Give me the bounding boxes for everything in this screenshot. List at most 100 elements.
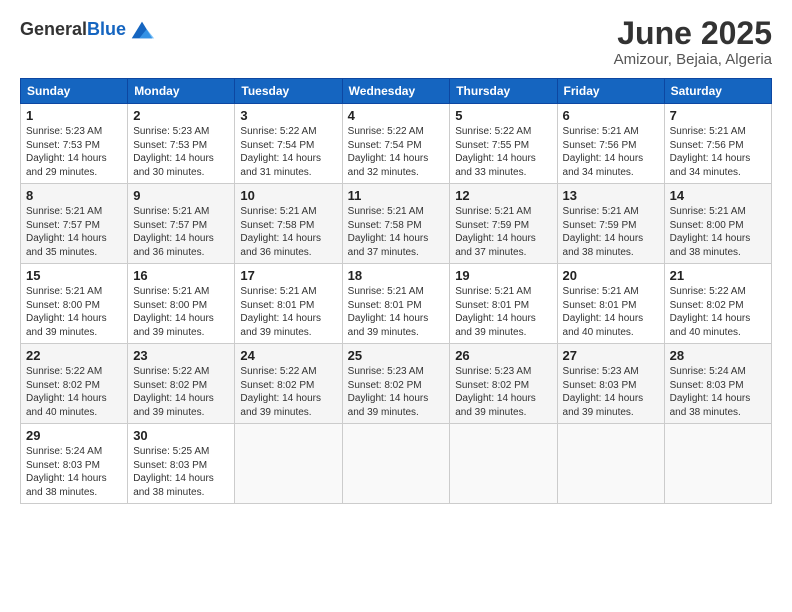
calendar-cell: 14Sunrise: 5:21 AM Sunset: 8:00 PM Dayli… <box>664 184 771 264</box>
day-info: Sunrise: 5:21 AM Sunset: 8:01 PM Dayligh… <box>240 285 336 339</box>
day-number: 10 <box>240 188 336 203</box>
day-info: Sunrise: 5:21 AM Sunset: 7:59 PM Dayligh… <box>563 205 659 259</box>
day-info: Sunrise: 5:21 AM Sunset: 8:00 PM Dayligh… <box>670 205 766 259</box>
logo-general-text: General <box>20 19 87 39</box>
logo-blue-text: Blue <box>87 19 126 39</box>
day-number: 3 <box>240 108 336 123</box>
day-number: 7 <box>670 108 766 123</box>
calendar-cell <box>235 424 342 504</box>
calendar-cell <box>557 424 664 504</box>
day-info: Sunrise: 5:25 AM Sunset: 8:03 PM Dayligh… <box>133 445 229 499</box>
day-number: 24 <box>240 348 336 363</box>
page: GeneralBlue June 2025 Amizour, Bejaia, A… <box>0 0 792 612</box>
day-number: 18 <box>348 268 445 283</box>
calendar-title: June 2025 <box>614 16 772 51</box>
calendar-cell: 11 Sunrise: 5:21 AM Sunset: 7:58 PM Dayli… <box>342 184 450 264</box>
calendar-cell: 26Sunrise: 5:23 AM Sunset: 8:02 PM Dayli… <box>450 344 557 424</box>
weekday-header-saturday: Saturday <box>664 79 771 104</box>
calendar-cell: 21Sunrise: 5:22 AM Sunset: 8:02 PM Dayli… <box>664 264 771 344</box>
calendar-cell: 20 Sunrise: 5:21 AM Sunset: 8:01 PM Dayli… <box>557 264 664 344</box>
day-info: Sunrise: 5:21 AM Sunset: 7:58 PM Dayligh… <box>240 205 336 259</box>
calendar-table: SundayMondayTuesdayWednesdayThursdayFrid… <box>20 78 772 504</box>
calendar-cell: 16 Sunrise: 5:21 AM Sunset: 8:00 PM Dayli… <box>128 264 235 344</box>
day-info: Sunrise: 5:22 AM Sunset: 7:55 PM Dayligh… <box>455 125 551 179</box>
calendar-cell: 19 Sunrise: 5:21 AM Sunset: 8:01 PM Dayli… <box>450 264 557 344</box>
calendar-week-row: 22 Sunrise: 5:22 AM Sunset: 8:02 PM Dayli… <box>21 344 772 424</box>
day-info: Sunrise: 5:21 AM Sunset: 7:56 PM Dayligh… <box>670 125 766 179</box>
day-number: 13 <box>563 188 659 203</box>
day-number: 28 <box>670 348 766 363</box>
calendar-subtitle: Amizour, Bejaia, Algeria <box>614 51 772 68</box>
calendar-cell <box>450 424 557 504</box>
day-info: Sunrise: 5:23 AM Sunset: 7:53 PM Dayligh… <box>26 125 122 179</box>
logo-icon <box>128 16 156 44</box>
day-number: 22 <box>26 348 122 363</box>
day-info: Sunrise: 5:22 AM Sunset: 8:02 PM Dayligh… <box>670 285 766 339</box>
calendar-cell: 8Sunrise: 5:21 AM Sunset: 7:57 PM Daylig… <box>21 184 128 264</box>
day-info: Sunrise: 5:21 AM Sunset: 7:57 PM Dayligh… <box>133 205 229 259</box>
day-number: 25 <box>348 348 445 363</box>
calendar-cell: 24 Sunrise: 5:22 AM Sunset: 8:02 PM Dayli… <box>235 344 342 424</box>
header: GeneralBlue June 2025 Amizour, Bejaia, A… <box>20 16 772 68</box>
day-number: 23 <box>133 348 229 363</box>
day-info: Sunrise: 5:21 AM Sunset: 7:56 PM Dayligh… <box>563 125 659 179</box>
calendar-cell: 23 Sunrise: 5:22 AM Sunset: 8:02 PM Dayli… <box>128 344 235 424</box>
day-number: 5 <box>455 108 551 123</box>
day-info: Sunrise: 5:22 AM Sunset: 8:02 PM Dayligh… <box>240 365 336 419</box>
day-number: 9 <box>133 188 229 203</box>
day-info: Sunrise: 5:23 AM Sunset: 7:53 PM Dayligh… <box>133 125 229 179</box>
calendar-week-row: 15Sunrise: 5:21 AM Sunset: 8:00 PM Dayli… <box>21 264 772 344</box>
day-number: 17 <box>240 268 336 283</box>
day-info: Sunrise: 5:22 AM Sunset: 7:54 PM Dayligh… <box>240 125 336 179</box>
day-number: 11 <box>348 188 445 203</box>
day-info: Sunrise: 5:23 AM Sunset: 8:02 PM Dayligh… <box>348 365 445 419</box>
day-number: 30 <box>133 428 229 443</box>
weekday-header-row: SundayMondayTuesdayWednesdayThursdayFrid… <box>21 79 772 104</box>
day-info: Sunrise: 5:21 AM Sunset: 8:01 PM Dayligh… <box>348 285 445 339</box>
calendar-cell: 30 Sunrise: 5:25 AM Sunset: 8:03 PM Dayli… <box>128 424 235 504</box>
calendar-cell: 28Sunrise: 5:24 AM Sunset: 8:03 PM Dayli… <box>664 344 771 424</box>
calendar-week-row: 1 Sunrise: 5:23 AM Sunset: 7:53 PM Daylig… <box>21 104 772 184</box>
logo: GeneralBlue <box>20 16 156 44</box>
day-info: Sunrise: 5:21 AM Sunset: 7:59 PM Dayligh… <box>455 205 551 259</box>
day-number: 26 <box>455 348 551 363</box>
weekday-header-friday: Friday <box>557 79 664 104</box>
weekday-header-tuesday: Tuesday <box>235 79 342 104</box>
day-info: Sunrise: 5:23 AM Sunset: 8:03 PM Dayligh… <box>563 365 659 419</box>
day-number: 2 <box>133 108 229 123</box>
calendar-cell: 9 Sunrise: 5:21 AM Sunset: 7:57 PM Daylig… <box>128 184 235 264</box>
calendar-cell: 18 Sunrise: 5:21 AM Sunset: 8:01 PM Dayli… <box>342 264 450 344</box>
day-number: 4 <box>348 108 445 123</box>
weekday-header-monday: Monday <box>128 79 235 104</box>
calendar-week-row: 29Sunrise: 5:24 AM Sunset: 8:03 PM Dayli… <box>21 424 772 504</box>
day-info: Sunrise: 5:24 AM Sunset: 8:03 PM Dayligh… <box>26 445 122 499</box>
calendar-cell <box>664 424 771 504</box>
day-number: 1 <box>26 108 122 123</box>
day-info: Sunrise: 5:21 AM Sunset: 7:58 PM Dayligh… <box>348 205 445 259</box>
day-info: Sunrise: 5:22 AM Sunset: 8:02 PM Dayligh… <box>26 365 122 419</box>
day-number: 16 <box>133 268 229 283</box>
calendar-cell: 10 Sunrise: 5:21 AM Sunset: 7:58 PM Dayli… <box>235 184 342 264</box>
calendar-cell: 7 Sunrise: 5:21 AM Sunset: 7:56 PM Daylig… <box>664 104 771 184</box>
day-number: 19 <box>455 268 551 283</box>
day-number: 6 <box>563 108 659 123</box>
day-info: Sunrise: 5:22 AM Sunset: 7:54 PM Dayligh… <box>348 125 445 179</box>
day-info: Sunrise: 5:22 AM Sunset: 8:02 PM Dayligh… <box>133 365 229 419</box>
title-block: June 2025 Amizour, Bejaia, Algeria <box>614 16 772 68</box>
calendar-cell: 2 Sunrise: 5:23 AM Sunset: 7:53 PM Daylig… <box>128 104 235 184</box>
day-number: 20 <box>563 268 659 283</box>
calendar-cell: 13 Sunrise: 5:21 AM Sunset: 7:59 PM Dayli… <box>557 184 664 264</box>
calendar-cell: 22 Sunrise: 5:22 AM Sunset: 8:02 PM Dayli… <box>21 344 128 424</box>
calendar-cell: 12 Sunrise: 5:21 AM Sunset: 7:59 PM Dayli… <box>450 184 557 264</box>
calendar-cell: 3 Sunrise: 5:22 AM Sunset: 7:54 PM Daylig… <box>235 104 342 184</box>
day-number: 27 <box>563 348 659 363</box>
day-info: Sunrise: 5:21 AM Sunset: 8:01 PM Dayligh… <box>563 285 659 339</box>
day-number: 8 <box>26 188 122 203</box>
calendar-cell: 1 Sunrise: 5:23 AM Sunset: 7:53 PM Daylig… <box>21 104 128 184</box>
day-number: 12 <box>455 188 551 203</box>
day-info: Sunrise: 5:21 AM Sunset: 8:00 PM Dayligh… <box>133 285 229 339</box>
weekday-header-sunday: Sunday <box>21 79 128 104</box>
calendar-cell: 29Sunrise: 5:24 AM Sunset: 8:03 PM Dayli… <box>21 424 128 504</box>
calendar-cell: 15Sunrise: 5:21 AM Sunset: 8:00 PM Dayli… <box>21 264 128 344</box>
day-info: Sunrise: 5:21 AM Sunset: 8:01 PM Dayligh… <box>455 285 551 339</box>
